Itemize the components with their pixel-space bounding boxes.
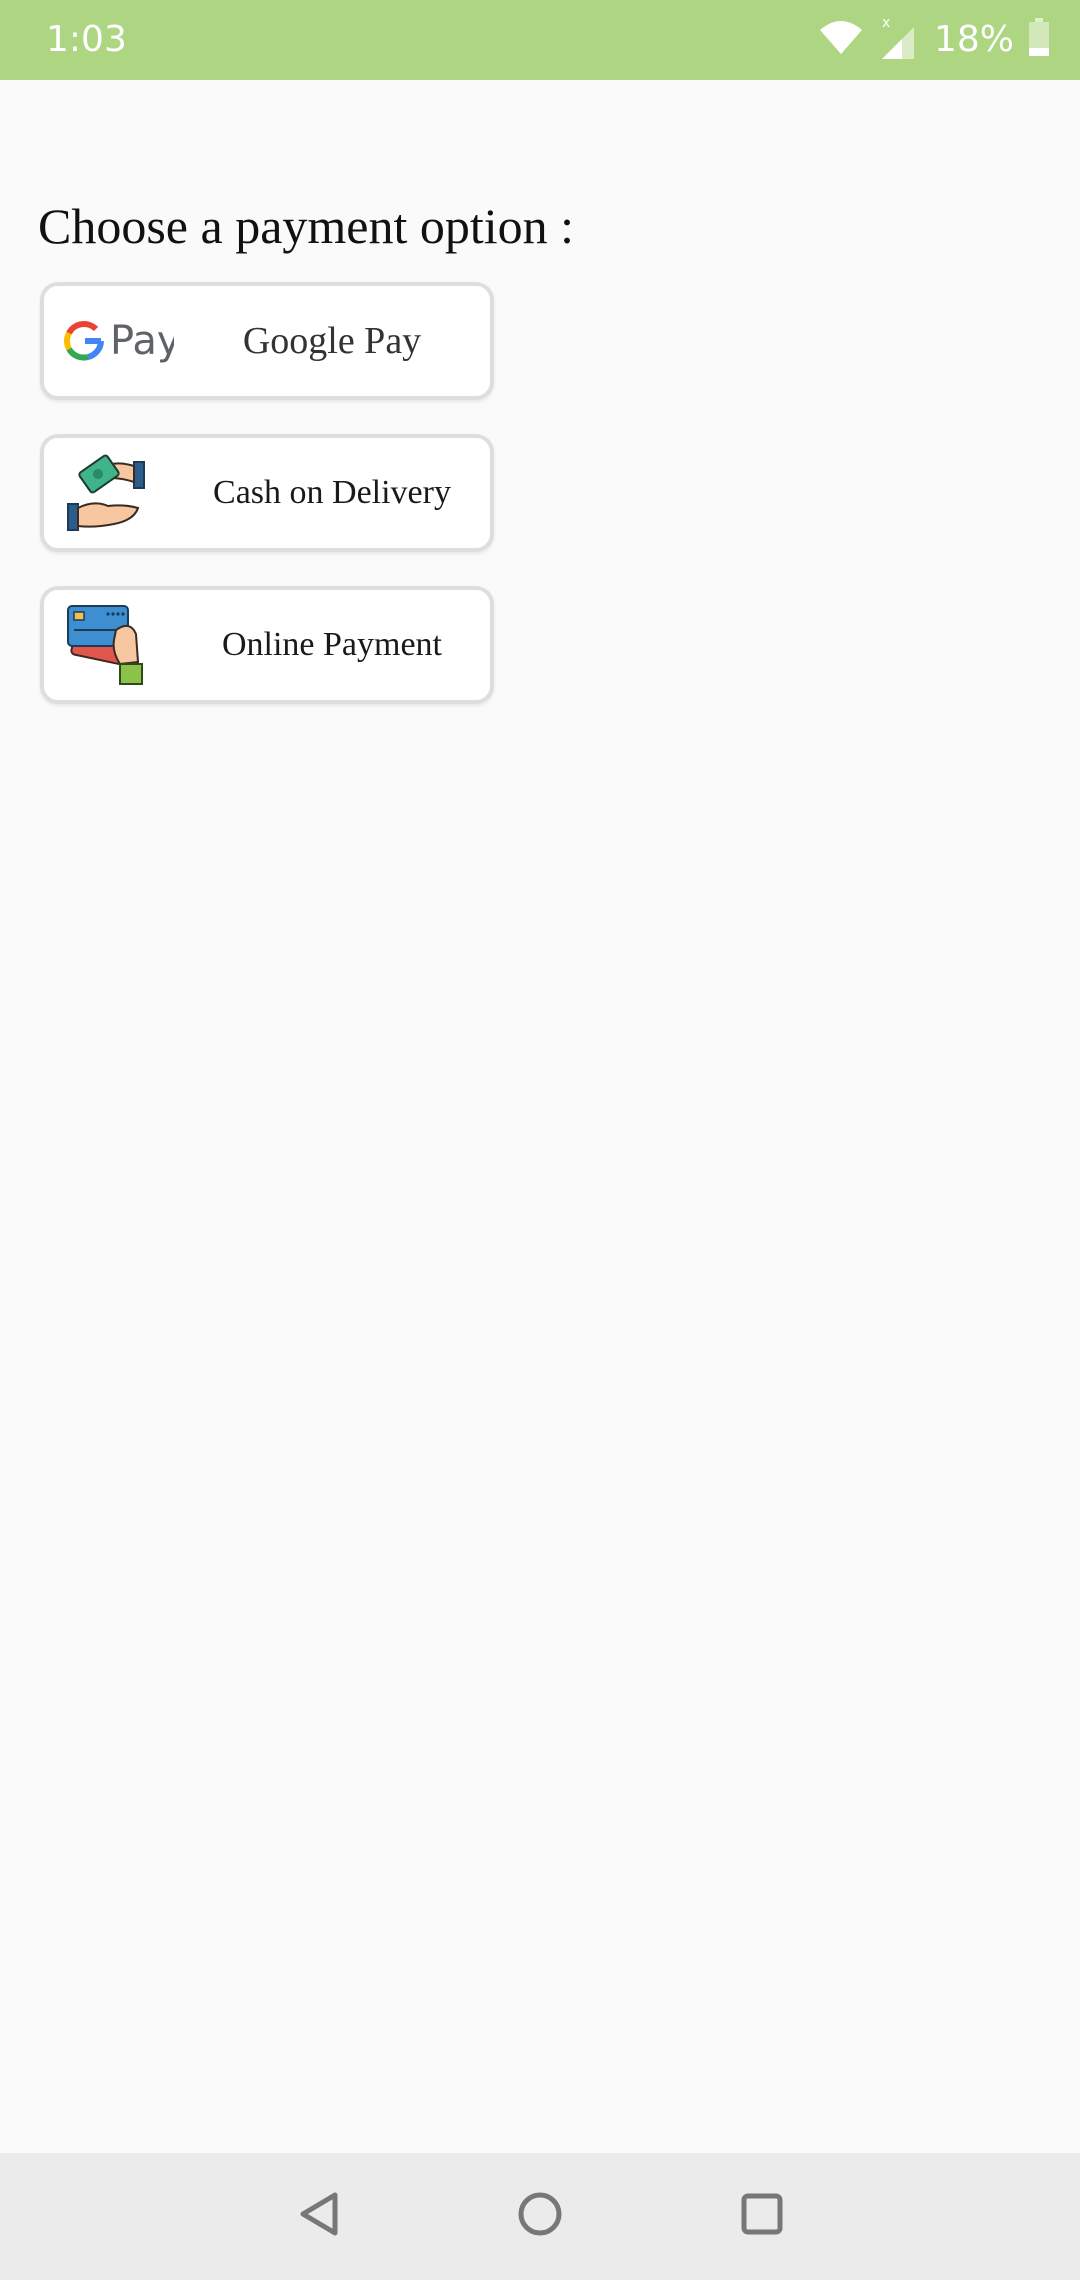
back-icon xyxy=(297,2191,341,2242)
recents-icon xyxy=(740,2192,784,2241)
option-label: Cash on Delivery xyxy=(213,474,451,511)
battery-text: 18% xyxy=(933,19,1014,60)
navigation-bar xyxy=(0,2153,1080,2280)
home-button[interactable] xyxy=(505,2181,575,2251)
home-icon xyxy=(517,2191,563,2242)
google-pay-logo-text: Pay xyxy=(110,318,174,364)
payment-screen: Choose a payment option : Pay Google Pay xyxy=(0,80,1080,2153)
recents-button[interactable] xyxy=(727,2181,797,2251)
credit-card-hand-icon xyxy=(64,600,164,690)
back-button[interactable] xyxy=(284,2181,354,2251)
cash-hands-icon xyxy=(64,448,164,538)
status-time: 1:03 xyxy=(46,19,127,60)
status-icons: x 18% xyxy=(818,14,1050,66)
option-label: Google Pay xyxy=(242,320,422,362)
online-payment-option[interactable]: Online Payment xyxy=(40,586,494,704)
cash-on-delivery-option[interactable]: Cash on Delivery xyxy=(40,434,494,552)
svg-text:x: x xyxy=(882,15,890,31)
google-pay-option[interactable]: Pay Google Pay xyxy=(40,282,494,400)
google-pay-logo-icon: Pay xyxy=(64,296,181,386)
page-title: Choose a payment option : xyxy=(38,198,575,254)
wifi-icon xyxy=(818,18,864,62)
battery-icon xyxy=(1028,18,1050,62)
option-label: Online Payment xyxy=(221,626,443,663)
signal-icon: x xyxy=(878,15,920,65)
status-bar: 1:03 x 18% xyxy=(0,0,1080,80)
